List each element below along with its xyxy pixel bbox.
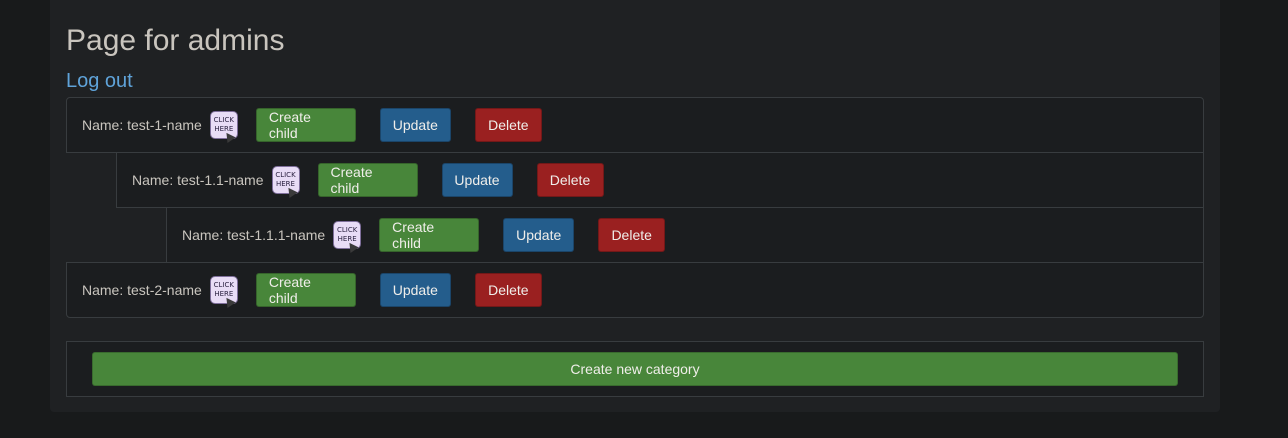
category-name: Name: test-1.1.1-name	[182, 227, 326, 243]
category-name: Name: test-1.1-name	[132, 172, 264, 188]
click-here-icon[interactable]: CLICK HERE	[209, 111, 238, 144]
page-title: Page for admins	[66, 24, 285, 57]
category-name: Name: test-1-name	[82, 117, 202, 133]
click-here-text: CLICK	[275, 171, 296, 179]
category-tree: Name: test-1-name CLICK HERE Create chil…	[66, 97, 1204, 318]
logout-link[interactable]: Log out	[66, 70, 133, 93]
update-button[interactable]: Update	[379, 273, 451, 307]
category-row: Name: test-2-name CLICK HERE Create chil…	[66, 262, 1204, 318]
delete-button[interactable]: Delete	[536, 163, 604, 197]
click-here-icon[interactable]: CLICK HERE	[333, 221, 362, 254]
update-button[interactable]: Update	[503, 218, 575, 252]
click-here-text: CLICK	[337, 226, 358, 234]
category-row: Name: test-1.1.1-name CLICK HERE Create …	[166, 207, 1204, 263]
category-row: Name: test-1.1-name CLICK HERE Create ch…	[116, 152, 1204, 208]
admin-page: Page for admins Log out Name: test-1-nam…	[50, 0, 1220, 412]
click-here-icon[interactable]: CLICK HERE	[271, 166, 300, 199]
create-child-button[interactable]: Create child	[379, 218, 480, 252]
create-child-button[interactable]: Create child	[255, 273, 356, 307]
click-here-icon[interactable]: CLICK HERE	[209, 276, 238, 309]
delete-button[interactable]: Delete	[474, 108, 542, 142]
delete-button[interactable]: Delete	[474, 273, 542, 307]
category-name: Name: test-2-name	[82, 282, 202, 298]
delete-button[interactable]: Delete	[598, 218, 666, 252]
click-here-text: CLICK	[213, 116, 234, 124]
create-new-category-button[interactable]: Create new category	[92, 352, 1178, 386]
create-child-button[interactable]: Create child	[255, 108, 356, 142]
update-button[interactable]: Update	[379, 108, 451, 142]
create-child-button[interactable]: Create child	[317, 163, 418, 197]
category-row: Name: test-1-name CLICK HERE Create chil…	[66, 97, 1204, 153]
click-here-text: CLICK	[213, 281, 234, 289]
create-category-panel: Create new category	[66, 341, 1204, 397]
update-button[interactable]: Update	[441, 163, 513, 197]
